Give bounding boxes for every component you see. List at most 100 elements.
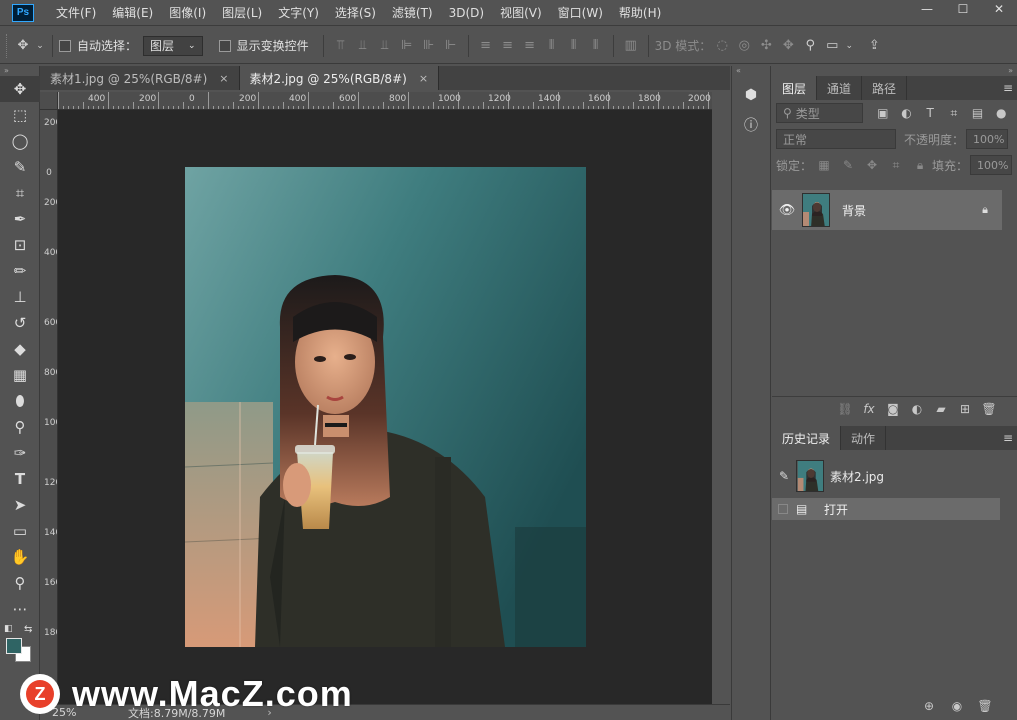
- auto-select-checkbox[interactable]: [59, 39, 71, 52]
- maximize-button[interactable]: ☐: [945, 0, 981, 18]
- move-tool-icon[interactable]: ✥: [0, 76, 40, 102]
- close-window-button[interactable]: ✕: [981, 0, 1017, 18]
- lock-artboard-icon[interactable]: ⌗: [884, 155, 908, 175]
- menu-window[interactable]: 窗口(W): [550, 0, 611, 26]
- menu-file[interactable]: 文件(F): [48, 0, 104, 26]
- collapse-arrows-icon[interactable]: »: [772, 66, 1017, 76]
- menu-edit[interactable]: 编辑(E): [104, 0, 161, 26]
- clone-stamp-tool-icon[interactable]: ⊥: [0, 284, 40, 310]
- quick-select-tool-icon[interactable]: ✎: [0, 154, 40, 180]
- align-vcenter-icon[interactable]: ⫫: [352, 35, 374, 57]
- 3d-roll-icon[interactable]: ◎: [733, 35, 755, 57]
- distribute-right-icon[interactable]: ⦀: [585, 35, 607, 57]
- tab-layers[interactable]: 图层: [772, 76, 818, 100]
- eraser-tool-icon[interactable]: ◆: [0, 336, 40, 362]
- chevron-down-icon[interactable]: ⌄: [843, 35, 855, 57]
- distribute-left-icon[interactable]: ⦀: [541, 35, 563, 57]
- dodge-tool-icon[interactable]: ⚲: [0, 414, 40, 440]
- pen-tool-icon[interactable]: ✑: [0, 440, 40, 466]
- tab-history[interactable]: 历史记录: [772, 426, 842, 450]
- foreground-color-swatch[interactable]: [6, 638, 22, 654]
- fill-field[interactable]: 100%: [970, 155, 1013, 175]
- move-tool-preset-icon[interactable]: ✥: [12, 35, 34, 57]
- eye-icon[interactable]: 👁︎: [772, 203, 802, 218]
- align-left-icon[interactable]: ⊫: [396, 35, 418, 57]
- vertical-scrollbar[interactable]: [712, 92, 730, 704]
- menu-type[interactable]: 文字(Y): [270, 0, 327, 26]
- eyedropper-tool-icon[interactable]: ✒: [0, 206, 40, 232]
- menu-select[interactable]: 选择(S): [327, 0, 384, 26]
- align-top-icon[interactable]: ⫪: [330, 35, 352, 57]
- collapse-arrows-icon[interactable]: «: [732, 66, 770, 76]
- tab-document-1[interactable]: 素材1.jpg @ 25%(RGB/8#) ×: [40, 66, 240, 90]
- type-tool-icon[interactable]: T: [0, 466, 40, 492]
- default-colors-icon[interactable]: ◧: [4, 624, 13, 634]
- close-icon[interactable]: ×: [419, 72, 428, 85]
- layer-style-fx-icon[interactable]: fx: [857, 399, 881, 419]
- tab-document-2[interactable]: 素材2.jpg @ 25%(RGB/8#) ×: [239, 66, 440, 90]
- lasso-tool-icon[interactable]: ◯: [0, 128, 40, 154]
- zoom-tool-icon[interactable]: ⚲: [0, 570, 40, 596]
- workspace-icon[interactable]: ▭: [821, 35, 843, 57]
- snapshot-camera-icon[interactable]: ◉: [945, 696, 969, 716]
- trash-icon[interactable]: 🗑︎: [977, 399, 1001, 419]
- history-snapshot[interactable]: ✎ 素材2.jpg: [772, 458, 1000, 494]
- history-brush-tool-icon[interactable]: ↺: [0, 310, 40, 336]
- canvas-area[interactable]: [58, 110, 712, 704]
- gradient-tool-icon[interactable]: ▦: [0, 362, 40, 388]
- filter-toggle-icon[interactable]: ●: [989, 103, 1013, 123]
- show-transform-checkbox[interactable]: [218, 39, 231, 52]
- path-selection-tool-icon[interactable]: ➤: [0, 492, 40, 518]
- panel-menu-icon[interactable]: ≡: [1003, 81, 1013, 95]
- lock-all-icon[interactable]: 🔒︎: [908, 155, 932, 175]
- layer-row-background[interactable]: 👁︎ 背景 🔒︎: [772, 190, 1002, 230]
- history-step-row[interactable]: ▤ 打开: [772, 498, 1000, 520]
- brush-tool-icon[interactable]: ✏: [0, 258, 40, 284]
- menu-image[interactable]: 图像(I): [161, 0, 214, 26]
- 3d-orbit-icon[interactable]: ◌: [711, 35, 733, 57]
- distribute-hcenter-icon[interactable]: ⦀: [563, 35, 585, 57]
- distribute-top-icon[interactable]: ≡: [475, 35, 497, 57]
- 3d-pan-icon[interactable]: ✣: [755, 35, 777, 57]
- menu-3d[interactable]: 3D(D): [441, 0, 492, 26]
- align-right-icon[interactable]: ⊩: [440, 35, 462, 57]
- menu-view[interactable]: 视图(V): [492, 0, 550, 26]
- distribute-bottom-icon[interactable]: ≡: [519, 35, 541, 57]
- collapse-arrows-icon[interactable]: »: [0, 66, 39, 76]
- filter-shape-icon[interactable]: ⌗: [942, 103, 966, 123]
- swap-colors-icon[interactable]: ⇆: [24, 624, 32, 635]
- link-layers-icon[interactable]: ⛓: [833, 399, 857, 419]
- add-mask-icon[interactable]: ◙: [881, 399, 905, 419]
- menu-layer[interactable]: 图层(L): [214, 0, 270, 26]
- minimize-button[interactable]: —: [909, 0, 945, 18]
- blend-mode-dropdown[interactable]: 正常: [776, 129, 896, 149]
- layer-filter-dropdown[interactable]: ⚲ 类型: [776, 103, 863, 123]
- crop-tool-icon[interactable]: ⌗: [0, 180, 40, 206]
- marquee-tool-icon[interactable]: ⬚: [0, 102, 40, 128]
- filter-smart-object-icon[interactable]: ▤: [966, 103, 990, 123]
- tab-channels[interactable]: 通道: [817, 76, 863, 100]
- filter-type-icon[interactable]: T: [918, 103, 942, 123]
- history-brush-source-icon[interactable]: ✎: [772, 469, 796, 483]
- trash-icon[interactable]: 🗑︎: [973, 696, 997, 716]
- history-step-checkbox[interactable]: [778, 504, 788, 514]
- rectangle-tool-icon[interactable]: ▭: [0, 518, 40, 544]
- more-tools-icon[interactable]: ⋯: [0, 596, 40, 622]
- menu-filter[interactable]: 滤镜(T): [384, 0, 441, 26]
- opacity-field[interactable]: 100%: [966, 129, 1009, 149]
- new-group-folder-icon[interactable]: ▰: [929, 399, 953, 419]
- new-layer-icon[interactable]: ⊞: [953, 399, 977, 419]
- auto-select-dropdown[interactable]: 图层 ⌄: [143, 35, 203, 56]
- distribute-vcenter-icon[interactable]: ≡: [497, 35, 519, 57]
- vertical-ruler[interactable]: 200 0 200 400 600 800 1000 1200 1400 160…: [40, 110, 58, 704]
- lock-image-icon[interactable]: ✎: [836, 155, 860, 175]
- menu-help[interactable]: 帮助(H): [611, 0, 669, 26]
- lock-transparent-icon[interactable]: ▦: [812, 155, 836, 175]
- close-icon[interactable]: ×: [219, 72, 228, 85]
- hand-tool-icon[interactable]: ✋: [0, 544, 40, 570]
- auto-align-icon[interactable]: ▥: [620, 35, 642, 57]
- lock-icon[interactable]: 🔒︎: [982, 203, 988, 217]
- ruler-origin[interactable]: [40, 92, 58, 110]
- search-icon[interactable]: ⚲: [799, 35, 821, 57]
- align-hcenter-icon[interactable]: ⊪: [418, 35, 440, 57]
